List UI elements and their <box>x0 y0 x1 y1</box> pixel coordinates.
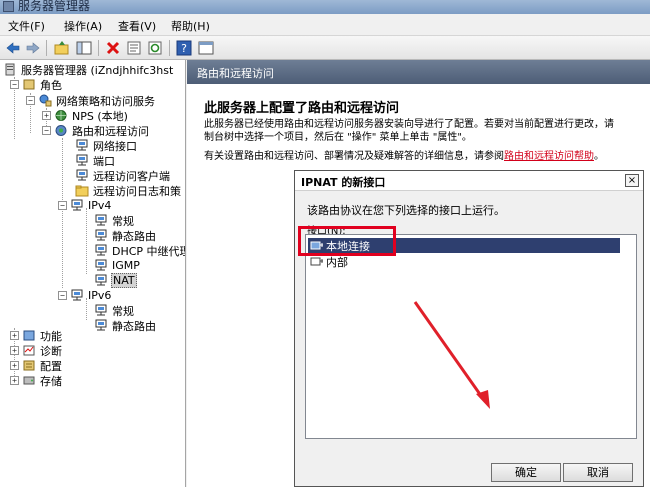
tree-node-features[interactable]: + 功能 <box>10 328 63 343</box>
back-icon[interactable] <box>4 39 22 57</box>
tree-connector <box>62 138 63 288</box>
menu-file[interactable]: 文件(F) <box>8 18 45 34</box>
routing-icon <box>54 124 68 137</box>
tree-node-server-manager[interactable]: 服务器管理器 (iZndjhhifc3hst <box>3 62 174 77</box>
igmp-icon <box>94 259 108 272</box>
static-route-icon <box>94 229 108 242</box>
ok-button[interactable]: 确定 <box>491 463 561 482</box>
tree-node-roles[interactable]: − 角色 <box>10 77 63 92</box>
general-icon <box>94 214 108 227</box>
storage-icon <box>22 374 36 387</box>
tree-node-ipv4-general[interactable]: 常规 <box>94 213 135 228</box>
tree-node-storage[interactable]: + 存储 <box>10 373 63 388</box>
collapse-icon[interactable]: − <box>58 201 67 210</box>
dhcp-relay-icon <box>94 244 108 257</box>
details-header: 路由和远程访问 <box>187 60 650 84</box>
selected-tree-label: NAT <box>111 273 137 288</box>
tree-connector <box>86 208 87 274</box>
red-arrow-annotation <box>413 301 490 409</box>
tree-node-ipv6-static-routes[interactable]: 静态路由 <box>94 318 157 333</box>
delete-icon[interactable] <box>104 39 122 57</box>
tree-node-nps[interactable]: + NPS (本地) <box>42 108 129 123</box>
tree-node-network-interfaces[interactable]: 网络接口 <box>75 138 138 153</box>
tree-node-configuration[interactable]: + 配置 <box>10 358 63 373</box>
folder-icon <box>75 184 89 197</box>
menu-help[interactable]: 帮助(H) <box>171 18 210 34</box>
rras-help-link[interactable]: 路由和远程访问帮助 <box>504 151 594 162</box>
dialog-description: 该路由协议在您下列选择的接口上运行。 <box>307 204 505 217</box>
ipv6-icon <box>70 289 84 302</box>
configuration-icon <box>22 359 36 372</box>
red-highlight-box <box>298 226 396 256</box>
help-icon[interactable]: ? <box>175 39 193 57</box>
port-icon <box>75 154 89 167</box>
tree-node-ipv4[interactable]: − IPv4 <box>58 198 112 213</box>
tree-node-ipv6-general[interactable]: 常规 <box>94 303 135 318</box>
tree-node-ipv4-static-routes[interactable]: 静态路由 <box>94 228 157 243</box>
dialog-title: IPNAT 的新接口 <box>295 171 643 191</box>
nat-icon <box>94 274 108 287</box>
expand-icon[interactable]: + <box>10 346 19 355</box>
window-title: 服务器管理器 <box>18 0 91 13</box>
menu-view[interactable]: 查看(V) <box>118 18 156 34</box>
toolbar: ? <box>0 36 650 60</box>
export-list-icon[interactable] <box>197 39 215 57</box>
up-folder-icon[interactable] <box>53 39 71 57</box>
collapse-icon[interactable]: − <box>42 126 51 135</box>
tree-node-remote-logging[interactable]: 远程访问日志和策 <box>75 183 182 198</box>
tree-node-ports[interactable]: 端口 <box>75 153 116 168</box>
toolbar-separator <box>46 40 47 56</box>
show-hide-tree-icon[interactable] <box>75 39 93 57</box>
nps-icon <box>54 109 68 122</box>
tree-node-ipv4-nat[interactable]: NAT <box>94 273 137 288</box>
properties-icon[interactable] <box>125 39 143 57</box>
cancel-button[interactable]: 取消 <box>563 463 633 482</box>
tree-node-npas[interactable]: − 网络策略和访问服务 <box>26 93 156 108</box>
expand-icon[interactable]: + <box>10 331 19 340</box>
menu-action[interactable]: 操作(A) <box>64 18 102 34</box>
tree-node-remote-clients[interactable]: 远程访问客户端 <box>75 168 171 183</box>
expand-icon[interactable]: + <box>10 376 19 385</box>
features-icon <box>22 329 36 342</box>
ipv4-icon <box>70 199 84 212</box>
server-icon <box>3 63 17 76</box>
close-icon[interactable]: × <box>625 174 639 187</box>
collapse-icon[interactable]: − <box>10 80 19 89</box>
network-adapter-icon <box>310 256 324 268</box>
collapse-icon[interactable]: − <box>26 96 35 105</box>
expand-icon[interactable]: + <box>42 111 51 120</box>
details-description: 此服务器已经使用路由和远程访问服务器安装向导进行了配置。若要对当前配置进行更改，… <box>204 119 614 143</box>
refresh-icon[interactable] <box>146 39 164 57</box>
console-tree: 服务器管理器 (iZndjhhifc3hst − 角色 − 网络策略和访问服务 … <box>0 60 186 487</box>
general-icon <box>94 304 108 317</box>
collapse-icon[interactable]: − <box>58 291 67 300</box>
network-policy-icon <box>38 94 52 107</box>
network-interface-icon <box>75 139 89 152</box>
expand-icon[interactable]: + <box>10 361 19 370</box>
roles-icon <box>22 78 36 91</box>
details-heading: 此服务器上配置了路由和远程访问 <box>204 101 400 116</box>
remote-client-icon <box>75 169 89 182</box>
tree-node-ipv4-dhcp-relay[interactable]: DHCP 中继代理 <box>94 243 185 258</box>
diagnostics-icon <box>22 344 36 357</box>
tree-node-diagnostics[interactable]: + 诊断 <box>10 343 63 358</box>
forward-icon[interactable] <box>24 39 42 57</box>
static-route-icon <box>94 319 108 332</box>
window-titlebar: 服务器管理器 <box>0 0 650 14</box>
list-item-internal[interactable]: 内部 <box>308 254 348 269</box>
svg-text:?: ? <box>181 42 187 55</box>
tree-node-rras[interactable]: − 路由和远程访问 <box>42 123 150 138</box>
details-help-text: 有关设置路由和远程访问、部署情况及疑难解答的详细信息，请参阅路由和远程访问帮助。 <box>204 151 604 162</box>
toolbar-separator <box>169 40 170 56</box>
tree-node-ipv6[interactable]: − IPv6 <box>58 288 112 303</box>
toolbar-separator <box>98 40 99 56</box>
server-manager-icon <box>3 1 14 12</box>
tree-node-ipv4-igmp[interactable]: IGMP <box>94 258 141 273</box>
menu-bar: 文件(F) 操作(A) 查看(V) 帮助(H) <box>0 14 650 36</box>
